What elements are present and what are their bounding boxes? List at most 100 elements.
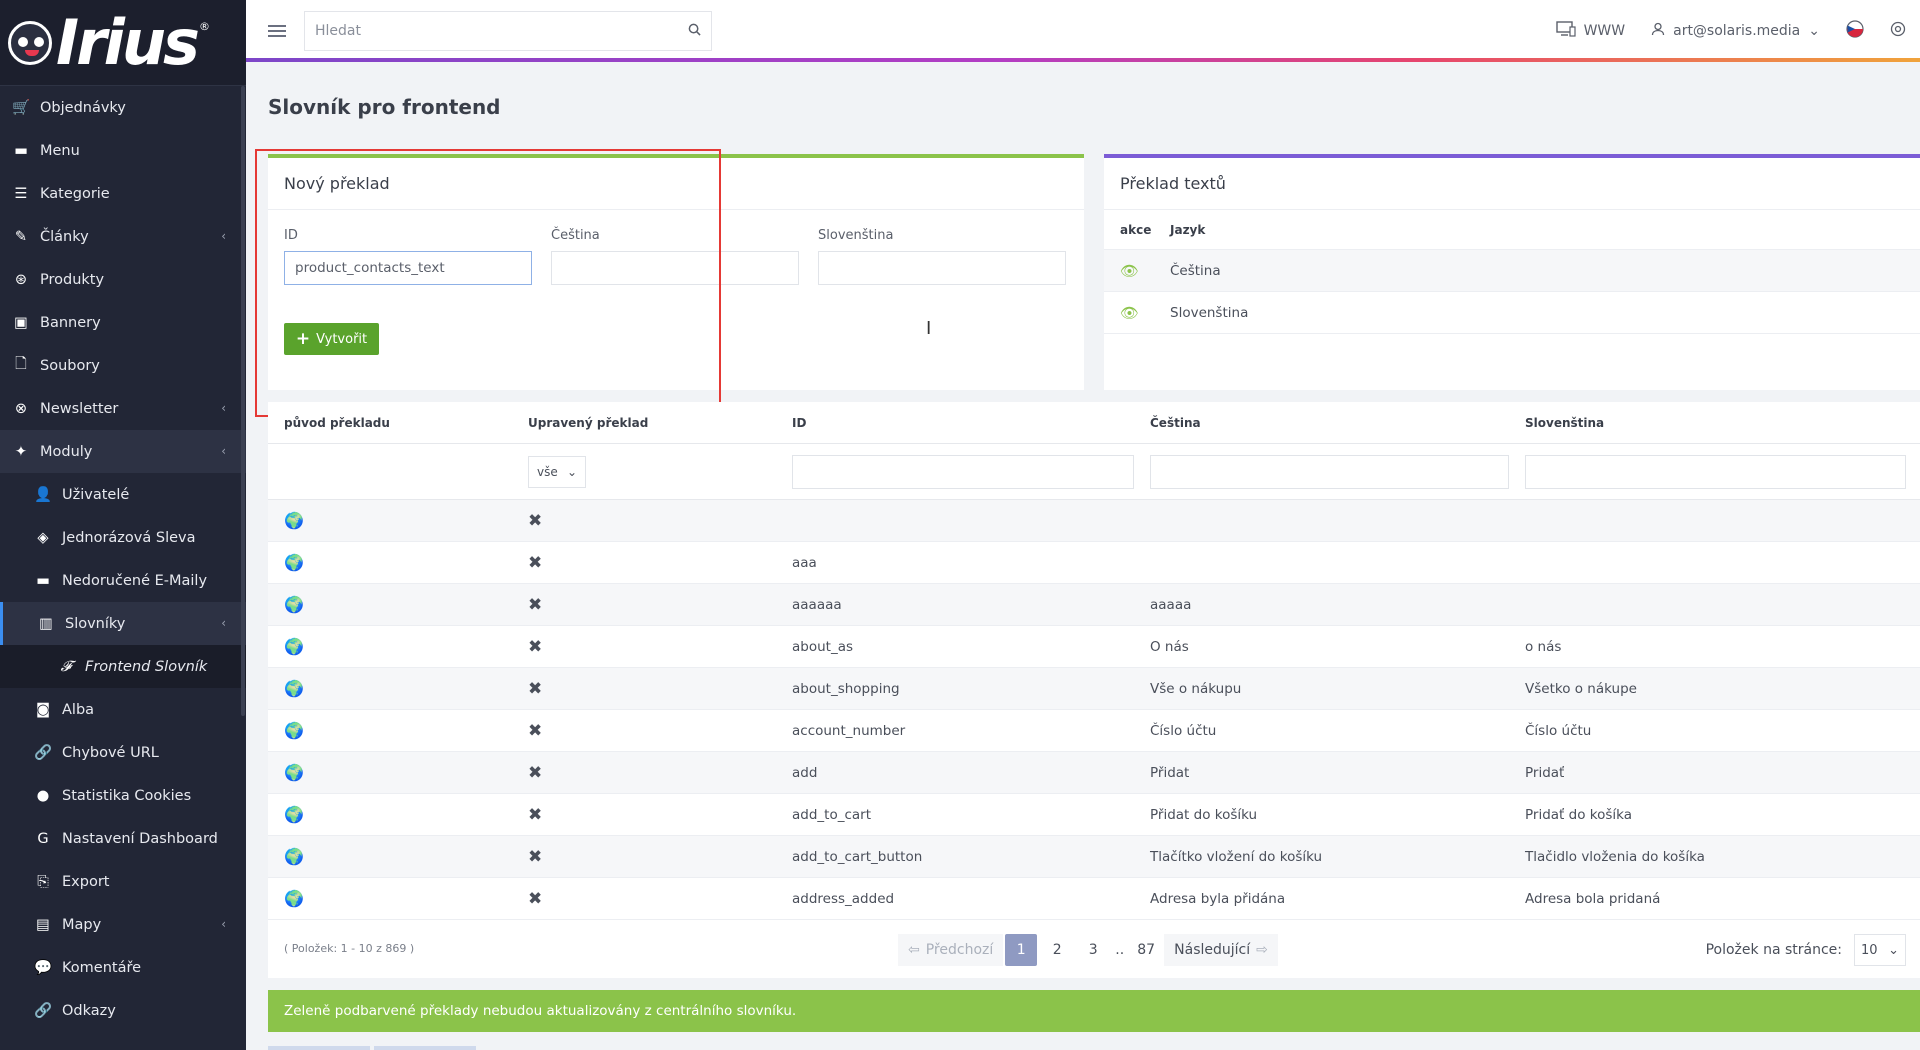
create-button[interactable]: + Vytvořit	[284, 323, 379, 355]
table-row[interactable]: 🌍 ✖ about_shopping Vše o nákupu Všetko o nák…	[268, 668, 1920, 710]
sk-input[interactable]	[818, 251, 1066, 285]
x-mark-icon[interactable]: ✖	[528, 553, 542, 573]
sidebar-item-odkazy[interactable]: 🔗 Odkazy	[0, 989, 246, 1032]
header-origin[interactable]: původ překladu	[268, 416, 512, 430]
x-mark-icon[interactable]: ✖	[528, 679, 542, 699]
filter-sk-input[interactable]	[1525, 454, 1906, 489]
x-mark-icon[interactable]: ✖	[528, 889, 542, 909]
globe-icon[interactable]: 🌍	[284, 805, 304, 824]
x-mark-icon[interactable]: ✖	[528, 637, 542, 657]
sidebar-item-menu[interactable]: ▬ Menu	[0, 129, 246, 172]
sidebar-item-nedoručené-e-maily[interactable]: ▬ Nedoručené E-Maily	[0, 559, 246, 602]
language-row[interactable]: 👁 Slovenština	[1104, 292, 1920, 334]
sidebar-item-bannery[interactable]: ▣ Bannery	[0, 301, 246, 344]
col-action-header: akce	[1120, 222, 1152, 237]
x-mark-icon[interactable]: ✖	[528, 511, 542, 531]
sidebar-item-kategorie[interactable]: ☰ Kategorie	[0, 172, 246, 215]
power-button[interactable]	[1890, 21, 1906, 41]
sidebar-item-uživatelé[interactable]: 👤 Uživatelé	[0, 473, 246, 516]
globe-icon[interactable]: 🌍	[284, 721, 304, 740]
sidebar: Irius ® 🛒 Objednávky ▬ Menu ☰ Kategorie ✎ Článk…	[0, 0, 246, 1050]
globe-icon[interactable]: 🌍	[284, 763, 304, 782]
item-count: ( Položek: 1 - 10 z 869 )	[284, 942, 415, 955]
pencil-icon: ✎	[14, 228, 28, 245]
header-edited[interactable]: Upravený překlad	[512, 416, 776, 430]
globe-icon[interactable]: 🌍	[284, 595, 304, 614]
globe-icon[interactable]: 🌍	[284, 553, 304, 572]
table-row[interactable]: 🌍 ✖ account_number Číslo účtu Číslo účtu	[268, 710, 1920, 752]
table-row[interactable]: 🌍 ✖ add_to_cart Přidat do košíku Pridať do k…	[268, 794, 1920, 836]
sidebar-scrollbar[interactable]	[241, 86, 245, 716]
table-row[interactable]: 🌍 ✖ address_added Adresa byla přidána Adresa…	[268, 878, 1920, 920]
cs-input[interactable]	[551, 251, 799, 285]
header-sk[interactable]: Slovenština	[1509, 416, 1920, 430]
logo[interactable]: Irius ®	[0, 0, 246, 86]
sidebar-item-mapy[interactable]: ▤ Mapy ‹	[0, 903, 246, 946]
table-row[interactable]: 🌍 ✖	[268, 500, 1920, 542]
page-last[interactable]: 87	[1130, 934, 1162, 966]
x-mark-icon[interactable]: ✖	[528, 763, 542, 783]
sidebar-item-objednávky[interactable]: 🛒 Objednávky	[0, 86, 246, 129]
x-mark-icon[interactable]: ✖	[528, 847, 542, 867]
sidebar-item-soubory[interactable]: 🗋 Soubory	[0, 344, 246, 387]
table-row[interactable]: 🌍 ✖ add Přidat Pridať	[268, 752, 1920, 794]
x-mark-icon[interactable]: ✖	[528, 721, 542, 741]
sidebar-item-komentáře[interactable]: 💬 Komentáře	[0, 946, 246, 989]
x-mark-icon[interactable]: ✖	[528, 595, 542, 615]
filter-cs-input[interactable]	[1150, 454, 1509, 489]
page-1[interactable]: 1	[1005, 934, 1038, 966]
sidebar-item-statistika-cookies[interactable]: ● Statistika Cookies	[0, 774, 246, 817]
cs-cell: Tlačítko vložení do košíku	[1150, 848, 1323, 865]
id-input[interactable]	[284, 251, 532, 285]
search-input[interactable]	[315, 23, 655, 39]
sidebar-item-články[interactable]: ✎ Články ‹	[0, 215, 246, 258]
sidebar-item-newsletter[interactable]: ⊗ Newsletter ‹	[0, 387, 246, 430]
x-mark-icon[interactable]: ✖	[528, 805, 542, 825]
table-row[interactable]: 🌍 ✖ add_to_cart_button Tlačítko vložení do …	[268, 836, 1920, 878]
eye-icon[interactable]: 👁	[1120, 304, 1170, 322]
page-3[interactable]: 3	[1077, 934, 1109, 966]
sidebar-item-nastavení-dashboard[interactable]: G Nastavení Dashboard	[0, 817, 246, 860]
globe-icon[interactable]: 🌍	[284, 511, 304, 530]
sidebar-item-export[interactable]: ⎘ Export	[0, 860, 246, 903]
sidebar-item-produkty[interactable]: ⊛ Produkty	[0, 258, 246, 301]
language-flag-button[interactable]	[1846, 20, 1864, 42]
globe-icon[interactable]: 🌍	[284, 679, 304, 698]
edited-cell: ✖	[512, 511, 776, 531]
sidebar-item-jednorázová-sleva[interactable]: ◈ Jednorázová Sleva	[0, 516, 246, 559]
page-2[interactable]: 2	[1041, 934, 1073, 966]
globe-icon[interactable]: 🌍	[284, 847, 304, 866]
id-cell: about_as	[792, 638, 854, 655]
sidebar-item-chybové-url[interactable]: 🔗 Chybové URL	[0, 731, 246, 774]
origin-cell: 🌍	[268, 847, 512, 866]
id-cell: about_shopping	[792, 680, 900, 697]
sidebar-item-alba[interactable]: ◙ Alba	[0, 688, 246, 731]
arrow-right-icon: ⇨	[1256, 942, 1268, 958]
globe-icon[interactable]: 🌍	[284, 637, 304, 656]
bottom-button-2[interactable]	[374, 1046, 476, 1050]
per-page-label: Položek na stránce:	[1705, 942, 1842, 958]
eye-icon[interactable]: 👁	[1120, 262, 1170, 280]
language-row[interactable]: 👁 Čeština	[1104, 250, 1920, 292]
pagination-row: ( Položek: 1 - 10 z 869 ) ⇦ Předchozí 1 …	[268, 920, 1920, 978]
sidebar-item-slovníky[interactable]: ▥ Slovníky ‹	[0, 602, 246, 645]
sidebar-item-moduly[interactable]: ✦ Moduly ‹	[0, 430, 246, 473]
user-menu[interactable]: art@solaris.media ⌄	[1651, 22, 1820, 40]
next-page-button[interactable]: Následující ⇨	[1164, 934, 1278, 966]
table-row[interactable]: 🌍 ✖ aaa	[268, 542, 1920, 584]
table-row[interactable]: 🌍 ✖ aaaaaa aaaaa	[268, 584, 1920, 626]
header-cs[interactable]: Čeština	[1134, 416, 1509, 430]
hamburger-menu-icon[interactable]	[268, 22, 286, 40]
www-link[interactable]: WWW	[1555, 21, 1625, 41]
sidebar-item-frontend-slovník[interactable]: 𝓕 Frontend Slovník	[0, 645, 246, 688]
header-id[interactable]: ID	[776, 416, 1134, 430]
edited-filter-select[interactable]: vše ⌄	[528, 455, 586, 488]
per-page-select[interactable]: 10 ⌄	[1854, 934, 1906, 966]
search-icon[interactable]	[688, 23, 701, 40]
prev-page-button[interactable]: ⇦ Předchozí	[898, 934, 1004, 966]
origin-cell: 🌍	[268, 889, 512, 908]
table-row[interactable]: 🌍 ✖ about_as O nás o nás	[268, 626, 1920, 668]
filter-id-input[interactable]	[792, 454, 1134, 489]
globe-icon[interactable]: 🌍	[284, 889, 304, 908]
bottom-button-1[interactable]	[268, 1046, 370, 1050]
